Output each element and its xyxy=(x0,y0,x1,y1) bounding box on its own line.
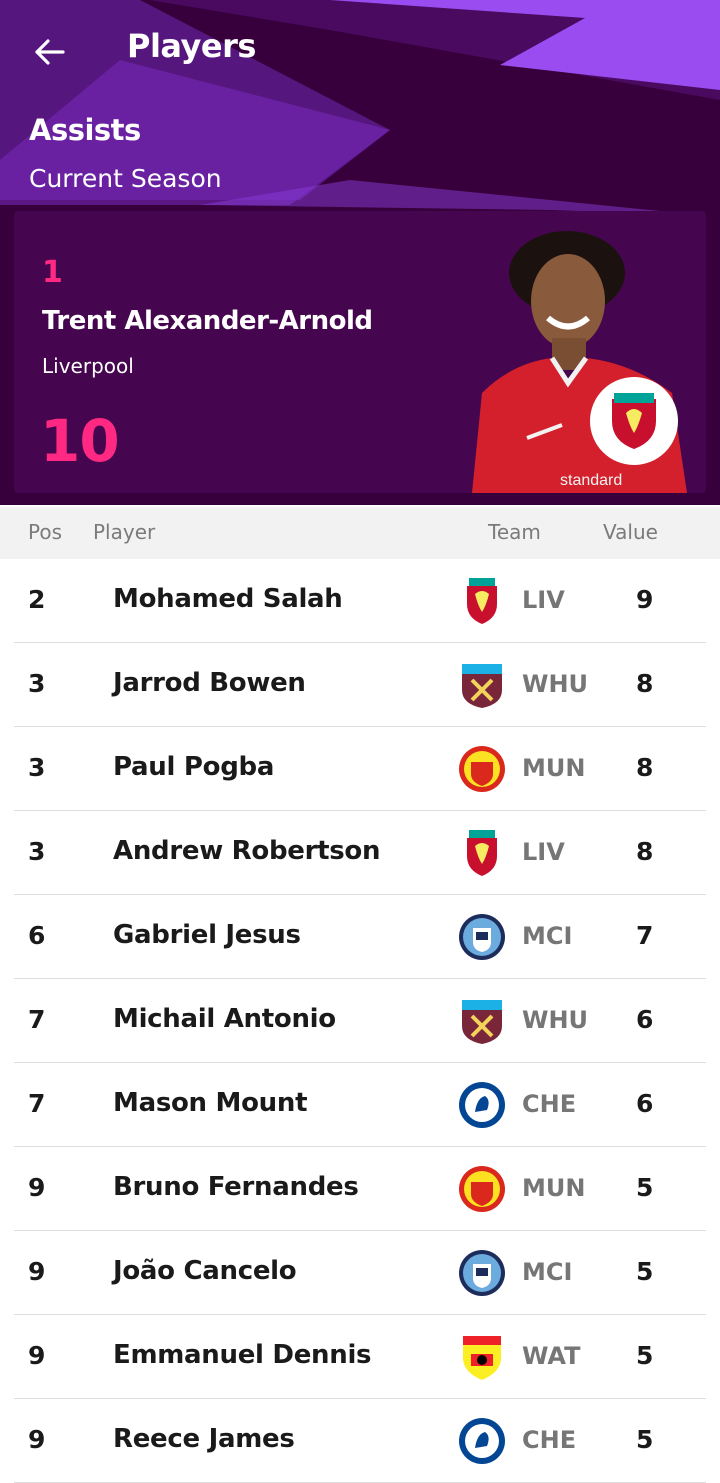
row-team-abbr: LIV xyxy=(522,586,565,614)
row-value: 5 xyxy=(636,1425,654,1454)
row-position: 3 xyxy=(28,669,46,698)
che-crest-icon xyxy=(457,1416,507,1466)
table-row[interactable]: 3 Jarrod Bowen WHU 8 xyxy=(14,643,706,727)
table-row[interactable]: 6 Gabriel Jesus MCI 7 xyxy=(14,895,706,979)
row-position: 7 xyxy=(28,1005,46,1034)
row-player-name: Paul Pogba xyxy=(113,752,275,782)
table-row[interactable]: 7 Mason Mount CHE 6 xyxy=(14,1063,706,1147)
row-value: 6 xyxy=(636,1089,654,1118)
row-position: 7 xyxy=(28,1089,46,1118)
row-value: 6 xyxy=(636,1005,654,1034)
table-row[interactable]: 3 Andrew Robertson LIV 8 xyxy=(14,811,706,895)
liverpool-crest-icon xyxy=(612,393,656,449)
table-row[interactable]: 9 Emmanuel Dennis WAT 5 xyxy=(14,1315,706,1399)
whu-crest-icon xyxy=(457,660,507,710)
table-row[interactable]: 9 Bruno Fernandes MUN 5 xyxy=(14,1147,706,1231)
table-row[interactable]: 9 Reece James CHE 5 xyxy=(14,1399,706,1483)
row-position: 9 xyxy=(28,1341,46,1370)
row-value: 5 xyxy=(636,1173,654,1202)
stat-title: Assists xyxy=(29,113,141,147)
row-team-abbr: MUN xyxy=(522,1174,586,1202)
table-row[interactable]: 9 João Cancelo MCI 5 xyxy=(14,1231,706,1315)
row-team-abbr: WHU xyxy=(522,670,589,698)
row-player-name: Michail Antonio xyxy=(113,1004,336,1034)
table-row[interactable]: 2 Mohamed Salah LIV 9 xyxy=(14,559,706,643)
che-crest-icon xyxy=(457,1080,507,1130)
row-value: 7 xyxy=(636,921,654,950)
row-team-abbr: LIV xyxy=(522,838,565,866)
row-team-abbr: WHU xyxy=(522,1006,589,1034)
row-player-name: Reece James xyxy=(113,1424,295,1454)
row-value: 8 xyxy=(636,837,654,866)
row-player-name: Bruno Fernandes xyxy=(113,1172,359,1202)
row-position: 9 xyxy=(28,1173,46,1202)
liv-crest-icon xyxy=(457,828,507,878)
row-player-name: Andrew Robertson xyxy=(113,836,381,866)
row-position: 9 xyxy=(28,1425,46,1454)
leader-card[interactable]: 1 Trent Alexander-Arnold Liverpool 10 st… xyxy=(14,211,706,493)
season-filter[interactable]: Current Season xyxy=(29,164,222,193)
stat-hero: Players Assists Current Season 1 Trent A… xyxy=(0,0,720,505)
row-team-abbr: CHE xyxy=(522,1426,577,1454)
row-position: 9 xyxy=(28,1257,46,1286)
mci-crest-icon xyxy=(457,912,507,962)
back-button[interactable] xyxy=(28,30,72,74)
row-value: 5 xyxy=(636,1341,654,1370)
row-player-name: Emmanuel Dennis xyxy=(113,1340,372,1370)
row-team-abbr: WAT xyxy=(522,1342,581,1370)
column-pos[interactable]: Pos xyxy=(28,520,62,544)
leader-name: Trent Alexander-Arnold xyxy=(42,306,373,336)
row-value: 9 xyxy=(636,585,654,614)
mun-crest-icon xyxy=(457,744,507,794)
column-player[interactable]: Player xyxy=(93,520,155,544)
leader-team: Liverpool xyxy=(42,354,134,378)
row-player-name: Mason Mount xyxy=(113,1088,308,1118)
row-position: 2 xyxy=(28,585,46,614)
leader-club-badge xyxy=(590,377,678,465)
row-player-name: João Cancelo xyxy=(113,1256,297,1286)
row-value: 8 xyxy=(636,753,654,782)
row-player-name: Gabriel Jesus xyxy=(113,920,301,950)
row-position: 3 xyxy=(28,837,46,866)
row-team-abbr: MCI xyxy=(522,922,573,950)
wat-crest-icon xyxy=(457,1332,507,1382)
column-team[interactable]: Team xyxy=(488,520,541,544)
stats-table: 2 Mohamed Salah LIV 9 3 Jarrod Bowen WHU… xyxy=(0,559,720,1483)
leader-value: 10 xyxy=(40,407,120,475)
whu-crest-icon xyxy=(457,996,507,1046)
mun-crest-icon xyxy=(457,1164,507,1214)
row-position: 6 xyxy=(28,921,46,950)
row-team-abbr: CHE xyxy=(522,1090,577,1118)
page-title: Players xyxy=(127,27,256,65)
row-player-name: Jarrod Bowen xyxy=(113,668,306,698)
row-position: 3 xyxy=(28,753,46,782)
row-value: 5 xyxy=(636,1257,654,1286)
liv-crest-icon xyxy=(457,576,507,626)
row-team-abbr: MCI xyxy=(522,1258,573,1286)
row-player-name: Mohamed Salah xyxy=(113,584,343,614)
column-value[interactable]: Value xyxy=(603,520,658,544)
mci-crest-icon xyxy=(457,1248,507,1298)
row-value: 8 xyxy=(636,669,654,698)
leader-rank: 1 xyxy=(42,255,63,290)
table-row[interactable]: 3 Paul Pogba MUN 8 xyxy=(14,727,706,811)
svg-text:standard: standard xyxy=(560,472,622,489)
arrow-left-icon xyxy=(35,39,65,65)
row-team-abbr: MUN xyxy=(522,754,586,782)
table-header: Pos Player Team Value xyxy=(0,507,720,559)
table-row[interactable]: 7 Michail Antonio WHU 6 xyxy=(14,979,706,1063)
